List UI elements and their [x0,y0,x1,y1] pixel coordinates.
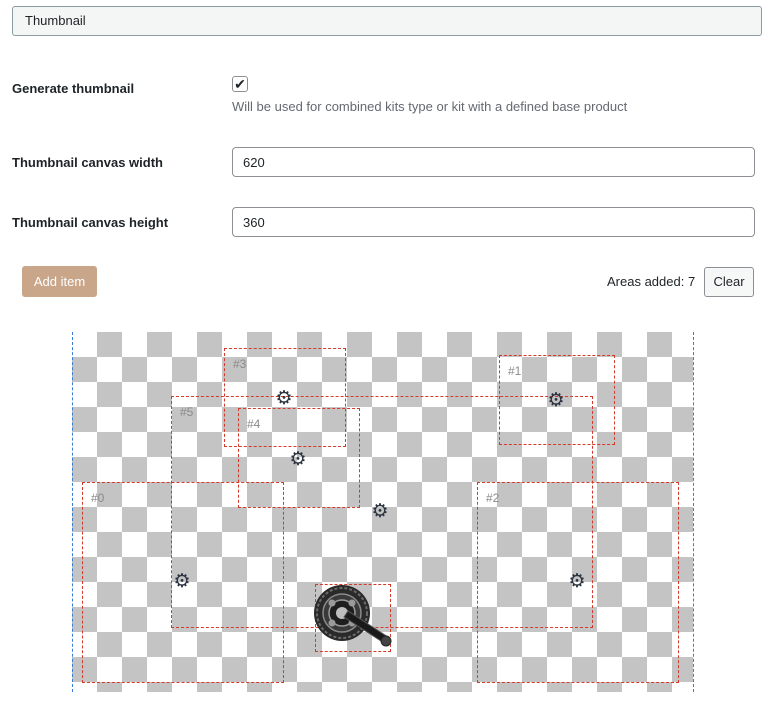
area-label: #0 [91,491,105,505]
canvas-guide-left [72,332,73,692]
gear-icon[interactable]: ⚙ [568,572,586,591]
area-label: #5 [180,405,194,419]
clear-button[interactable]: Clear [704,267,754,297]
gear-icon[interactable]: ⚙ [275,389,293,408]
generate-thumbnail-checkbox[interactable]: ✔ [232,76,248,92]
gear-icon[interactable]: ⚙ [289,450,307,469]
section-title: Thumbnail [25,13,86,28]
crankset-image[interactable] [312,583,394,655]
generate-thumbnail-help: Will be used for combined kits type or k… [232,99,628,114]
checkmark-icon: ✔ [234,76,246,92]
generate-thumbnail-label: Generate thumbnail [12,81,135,96]
canvas-width-label: Thumbnail canvas width [12,155,163,170]
thumbnail-canvas[interactable]: #0 #1 #2 #3 #4 #5 ⚙ ⚙ ⚙ ⚙ ⚙ ⚙ [72,332,693,692]
canvas-width-input[interactable] [232,147,755,177]
area-label: #3 [233,357,247,371]
gear-icon[interactable]: ⚙ [173,572,191,591]
areas-added-count: Areas added: 7 [607,274,696,289]
canvas-height-input[interactable] [232,207,755,237]
canvas-guide-right [693,332,694,692]
gear-icon[interactable]: ⚙ [547,391,565,410]
add-item-button[interactable]: Add item [22,266,97,297]
canvas-height-label: Thumbnail canvas height [12,215,169,230]
area-label: #1 [508,364,522,378]
section-title-bar: Thumbnail [12,6,762,36]
gear-icon[interactable]: ⚙ [371,502,389,521]
